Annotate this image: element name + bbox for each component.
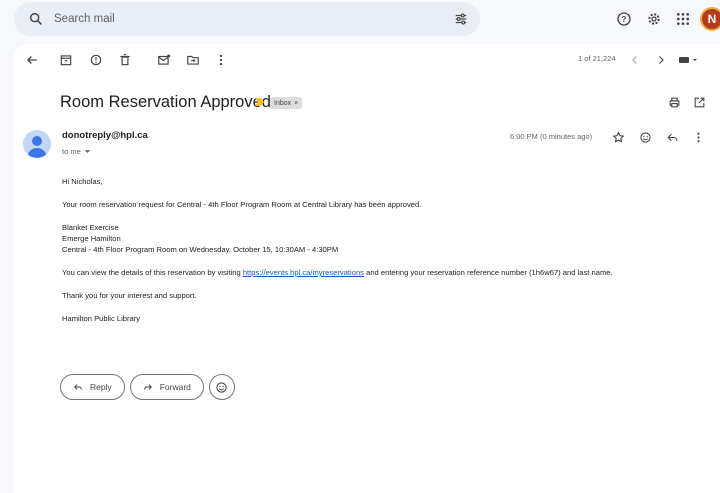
reply-button[interactable]: Reply <box>60 374 125 400</box>
search-input[interactable]: Search mail <box>54 13 115 25</box>
settings-gear-icon[interactable] <box>646 11 662 27</box>
input-tools-keyboard-icon[interactable] <box>678 54 698 66</box>
sender-email[interactable]: donotreply@hpl.ca <box>62 130 148 141</box>
forward-icon <box>143 384 152 390</box>
help-icon[interactable]: ? <box>616 11 632 27</box>
reply-arrow-icon[interactable] <box>666 131 679 144</box>
event-details: Blanket Exercise Emerge Hamilton Central… <box>62 222 702 255</box>
event-organizer: Emerge Hamilton <box>62 234 121 243</box>
reservations-link[interactable]: https://events.hpl.ca/myreservations <box>243 268 364 277</box>
remove-label-button[interactable]: × <box>294 100 298 107</box>
signature: Hamilton Public Library <box>62 314 141 323</box>
greeting: Hi Nicholas, <box>62 177 103 186</box>
more-options-icon[interactable] <box>692 131 705 144</box>
thanks-line: Thank you for your interest and support. <box>62 291 197 300</box>
reply-label: Reply <box>90 382 112 392</box>
back-arrow-icon[interactable] <box>25 53 39 67</box>
mark-unread-icon[interactable] <box>157 53 171 67</box>
recipient-details[interactable]: to me <box>62 147 91 156</box>
reply-icon <box>74 384 82 390</box>
archive-icon[interactable] <box>59 53 73 67</box>
pagination-count: 1 of 21,224 <box>578 54 616 63</box>
person-icon <box>27 136 47 158</box>
apps-grid-icon[interactable] <box>675 11 691 27</box>
emoji-reaction-icon[interactable] <box>639 131 652 144</box>
search-options-icon[interactable] <box>454 12 468 26</box>
open-in-new-window-icon[interactable] <box>693 96 706 109</box>
report-spam-icon[interactable] <box>89 53 103 67</box>
reply-actions: Reply Forward <box>60 374 235 400</box>
more-vertical-icon[interactable] <box>214 53 228 67</box>
recipient-text: to me <box>62 147 81 156</box>
newer-chevron-left-icon[interactable] <box>629 54 641 66</box>
message-pane: 1 of 21,224 Room Reservation Approved In… <box>14 44 720 493</box>
chevron-down-icon <box>84 150 91 153</box>
email-body: Hi Nicholas, Your room reservation reque… <box>62 176 702 336</box>
svg-text:?: ? <box>622 15 627 24</box>
emoji-react-button[interactable] <box>208 374 235 400</box>
details-line: You can view the details of this reserva… <box>62 267 702 278</box>
older-chevron-right-icon[interactable] <box>655 54 667 66</box>
email-subject: Room Reservation Approved <box>60 93 271 111</box>
details-prefix: You can view the details of this reserva… <box>62 268 241 277</box>
inbox-label-chip: Inbox × <box>270 97 303 109</box>
forward-label: Forward <box>159 382 191 392</box>
important-marker-icon[interactable] <box>254 97 265 107</box>
message-toolbar: 1 of 21,224 <box>14 44 720 76</box>
message-timestamp: 6:00 PM (0 minutes ago) <box>510 132 593 141</box>
print-icon[interactable] <box>668 96 681 109</box>
sender-avatar[interactable] <box>23 130 51 158</box>
top-bar: Search mail ? N <box>0 0 720 40</box>
search-bar[interactable]: Search mail <box>14 2 480 36</box>
approval-line: Your room reservation request for Centra… <box>62 200 422 209</box>
move-to-folder-icon[interactable] <box>186 53 200 67</box>
event-room-time: Central - 4th Floor Program Room on Wedn… <box>62 245 339 254</box>
account-avatar[interactable]: N <box>700 7 720 31</box>
search-icon[interactable] <box>28 11 44 27</box>
details-suffix: and entering your reservation reference … <box>366 268 613 277</box>
forward-button[interactable]: Forward <box>129 374 204 400</box>
event-title: Blanket Exercise <box>62 223 119 232</box>
star-icon[interactable] <box>612 131 625 144</box>
label-text: Inbox <box>274 99 292 107</box>
delete-trash-icon[interactable] <box>118 53 132 67</box>
emoji-icon <box>216 381 228 393</box>
